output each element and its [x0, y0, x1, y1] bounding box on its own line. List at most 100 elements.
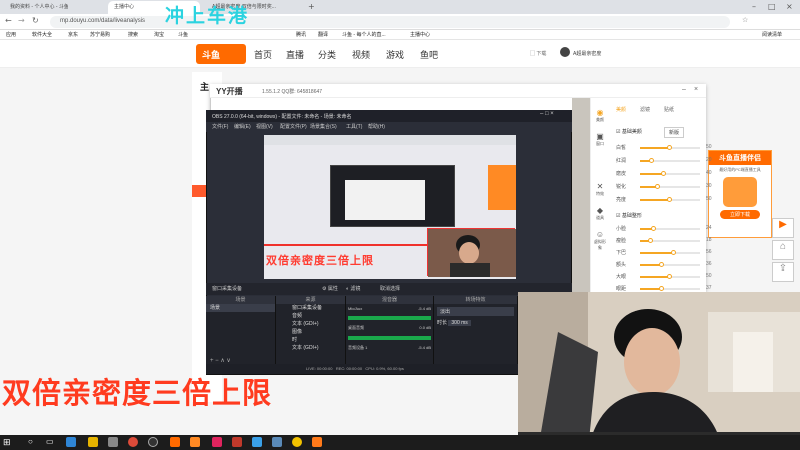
- slider-knob[interactable]: [661, 171, 666, 176]
- mixer-meter-2[interactable]: [348, 336, 431, 340]
- window-icon[interactable]: ▣ 窗口: [593, 132, 607, 147]
- bookmark-translate[interactable]: 翻译: [318, 31, 328, 38]
- props-icon[interactable]: ◆ 道具: [593, 206, 607, 221]
- minimize-icon[interactable]: –: [752, 2, 756, 11]
- transition-select[interactable]: 淡出: [437, 307, 514, 316]
- companion-ad[interactable]: 斗鱼直播伴侣 最好用的PC端直播工具 立即下载: [708, 150, 772, 238]
- bookmark-douyu-live[interactable]: 斗鱼 - 每个人的直...: [342, 31, 386, 38]
- url-input[interactable]: mp.douyu.com/data/liveanalysis: [50, 16, 730, 28]
- source-item[interactable]: 音频: [276, 312, 345, 320]
- app-icon[interactable]: [272, 437, 282, 447]
- slider-track[interactable]: [640, 226, 700, 231]
- nav-home[interactable]: 首页: [254, 48, 272, 61]
- explorer-icon[interactable]: [88, 437, 98, 447]
- app-icon[interactable]: [108, 437, 118, 447]
- app-icon[interactable]: [252, 437, 262, 447]
- source-item[interactable]: 图像: [276, 328, 345, 336]
- app-icon[interactable]: [212, 437, 222, 447]
- taskview-icon[interactable]: ▭: [46, 437, 54, 446]
- slider-track[interactable]: [640, 286, 700, 291]
- app-icon[interactable]: [190, 437, 200, 447]
- download-link[interactable]: ▢ 下载: [530, 50, 546, 57]
- source-item[interactable]: 窗口采集设备: [276, 304, 345, 312]
- nav-video[interactable]: 视频: [352, 48, 370, 61]
- slider-track[interactable]: [640, 158, 700, 163]
- obs-menu-tools[interactable]: 工具(T): [346, 123, 362, 130]
- tab-profile[interactable]: 我的资料 - 个人中心 - 斗鱼: [4, 1, 68, 14]
- reload-icon[interactable]: ↻: [32, 16, 39, 25]
- avatar[interactable]: [560, 47, 570, 57]
- reading-list[interactable]: 阅读清单: [762, 31, 782, 38]
- scene-controls[interactable]: + − ∧ ∨: [210, 357, 231, 364]
- obs-menu-scenes[interactable]: 场景集合(S): [310, 123, 337, 130]
- douyu-logo[interactable]: 斗鱼: [196, 44, 246, 64]
- bookmark-taobao[interactable]: 淘宝: [154, 31, 164, 38]
- slider-track[interactable]: [640, 238, 700, 243]
- yy-tab-filter[interactable]: 滤镜: [640, 106, 650, 113]
- bookmark-tencent[interactable]: 腾讯: [296, 31, 306, 38]
- obs-deselect-button[interactable]: 取消选择: [380, 285, 400, 292]
- slider-knob[interactable]: [647, 238, 653, 243]
- douyu-icon[interactable]: [170, 437, 180, 447]
- slider-track[interactable]: [640, 145, 700, 150]
- nav-yuba[interactable]: 鱼吧: [420, 48, 438, 61]
- bookmark-apps[interactable]: 应用: [6, 31, 16, 38]
- bookmark-software[interactable]: 软件大全: [32, 31, 52, 38]
- nav-live[interactable]: 直播: [286, 48, 304, 61]
- app-icon[interactable]: [232, 437, 242, 447]
- obs-menu-help[interactable]: 帮助(H): [368, 123, 385, 130]
- source-item[interactable]: 文本 (GDI+): [276, 320, 345, 328]
- nav-game[interactable]: 游戏: [386, 48, 404, 61]
- beauty-version-select[interactable]: 新版: [664, 127, 685, 138]
- obs-window-controls[interactable]: – □ ×: [540, 111, 554, 117]
- bookmark-jd[interactable]: 京东: [68, 31, 78, 38]
- share-icon[interactable]: ⇪: [772, 262, 794, 282]
- edge-icon[interactable]: [66, 437, 76, 447]
- avatar-icon[interactable]: ☺ 虚拟形象: [593, 230, 607, 251]
- obs-icon[interactable]: [148, 437, 158, 447]
- slider-track[interactable]: [640, 274, 700, 279]
- nav-category[interactable]: 分类: [318, 48, 336, 61]
- start-icon[interactable]: ⊞: [3, 437, 11, 448]
- duration-input[interactable]: 300 ms: [448, 320, 471, 326]
- slider-track[interactable]: [640, 184, 700, 189]
- slider-knob[interactable]: [670, 250, 676, 255]
- mixer-meter-1[interactable]: [348, 316, 431, 320]
- yy-tab-beauty[interactable]: 美颜: [616, 106, 626, 113]
- slider-knob[interactable]: [667, 145, 672, 150]
- scene-item[interactable]: 场景: [206, 304, 275, 312]
- obs-menu-view[interactable]: 视图(V): [256, 123, 273, 130]
- obs-menu-file[interactable]: 文件(F): [212, 123, 228, 130]
- bookmark-douyu[interactable]: 斗鱼: [178, 31, 188, 38]
- slider-track[interactable]: [640, 197, 700, 202]
- chrome-icon[interactable]: [128, 437, 138, 447]
- new-tab-icon[interactable]: +: [308, 2, 315, 11]
- slider-track[interactable]: [640, 250, 700, 255]
- close-icon[interactable]: ×: [786, 2, 793, 11]
- ad-download-button[interactable]: 立即下载: [720, 210, 760, 219]
- slider-knob[interactable]: [655, 184, 660, 189]
- forward-icon[interactable]: →: [18, 16, 25, 25]
- obs-menu-profile[interactable]: 配置文件(P): [280, 123, 307, 130]
- bookmark-anchor[interactable]: 主播中心: [410, 31, 430, 38]
- app-icon[interactable]: [312, 437, 322, 447]
- play-icon[interactable]: ▶: [772, 218, 794, 238]
- beauty-icon[interactable]: ◉ 美颜: [593, 108, 607, 123]
- yy-minimize-icon[interactable]: –: [682, 86, 686, 93]
- search-icon[interactable]: ○: [28, 437, 33, 446]
- obs-menu-edit[interactable]: 编辑(E): [234, 123, 251, 130]
- yy-icon[interactable]: [292, 437, 302, 447]
- back-icon[interactable]: ←: [5, 16, 12, 25]
- slider-knob[interactable]: [649, 158, 654, 163]
- slider-knob[interactable]: [658, 262, 664, 267]
- star-icon[interactable]: ☆: [742, 16, 748, 24]
- source-item[interactable]: 时: [276, 336, 345, 344]
- source-item[interactable]: 文本 (GDI+): [276, 344, 345, 352]
- slider-track[interactable]: [640, 171, 700, 176]
- username[interactable]: A超最亲密度: [573, 50, 601, 57]
- slider-knob[interactable]: [667, 274, 672, 279]
- bookmark-suning[interactable]: 苏宁易购: [90, 31, 110, 38]
- yy-close-icon[interactable]: ×: [694, 86, 698, 93]
- bookmark-search[interactable]: 搜索: [128, 31, 138, 38]
- home-icon[interactable]: ⌂: [772, 240, 794, 260]
